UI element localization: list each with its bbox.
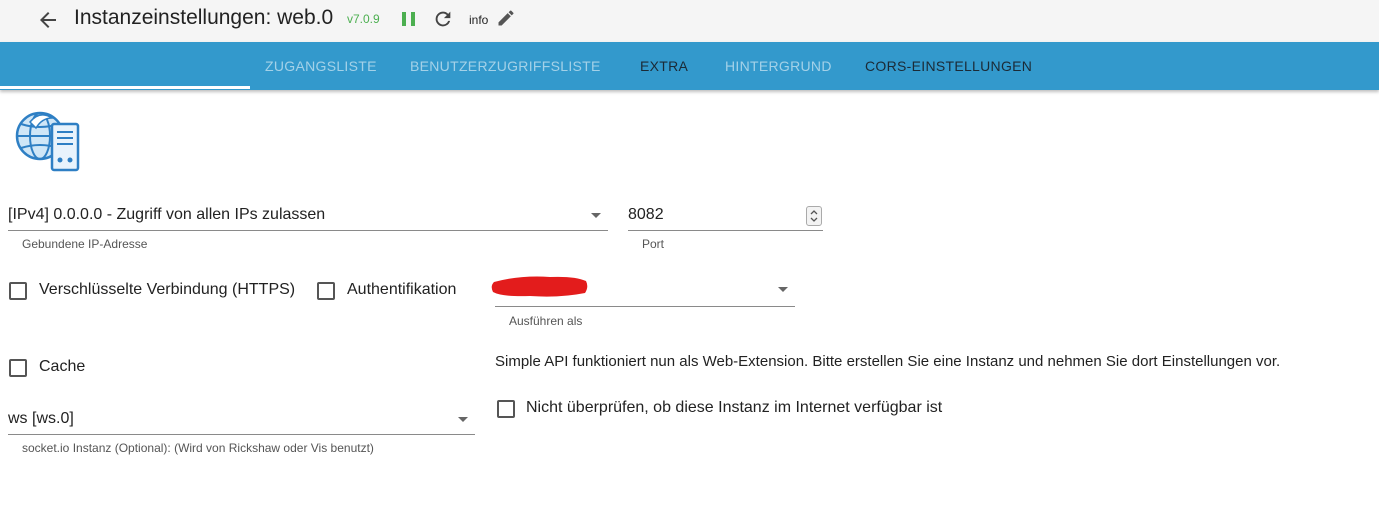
header-bar: Instanzeinstellungen: web.0 v7.0.9 info — [0, 0, 1379, 42]
redaction-mark — [491, 276, 588, 297]
stepper-arrows-icon — [810, 210, 818, 222]
https-label: Verschlüsselte Verbindung (HTTPS) — [39, 281, 296, 298]
https-checkbox[interactable] — [9, 282, 27, 300]
tab-benutzerzugriffsliste[interactable]: BENUTZERZUGRIFFSLISTE — [410, 42, 601, 90]
bind-ip-underline — [8, 230, 608, 231]
socketio-underline — [8, 434, 475, 435]
chevron-down-icon — [591, 213, 601, 218]
socketio-select[interactable]: ws [ws.0] — [8, 410, 74, 428]
port-underline — [628, 230, 823, 231]
info-label: info — [469, 13, 489, 27]
page-title: Instanzeinstellungen: web.0 — [74, 6, 334, 29]
bind-ip-helper: Gebundene IP-Adresse — [22, 237, 148, 251]
chevron-down-icon — [458, 417, 468, 422]
arrow-back-icon[interactable] — [36, 8, 60, 32]
auth-label: Authentifikation — [347, 281, 457, 298]
auth-checkbox[interactable] — [317, 282, 335, 300]
tab-cors-einstellungen[interactable]: CORS-EINSTELLUNGEN — [865, 42, 1032, 90]
port-input[interactable]: 8082 — [628, 206, 664, 224]
chevron-down-icon — [778, 287, 788, 292]
port-stepper[interactable] — [806, 206, 822, 226]
tab-bar: ZUGANGSLISTE BENUTZERZUGRIFFSLISTE EXTRA… — [0, 42, 1379, 90]
run-as-select[interactable] — [495, 306, 795, 307]
tab-indicator — [0, 86, 250, 89]
tab-extra[interactable]: EXTRA — [640, 42, 688, 90]
version-label: v7.0.9 — [347, 12, 380, 26]
tab-zugangsliste[interactable]: ZUGANGSLISTE — [265, 42, 377, 90]
cache-label: Cache — [39, 358, 86, 375]
web-adapter-logo-icon — [15, 111, 80, 172]
simple-api-note: Simple API funktioniert nun als Web-Exte… — [495, 353, 1281, 370]
no-internet-check-checkbox[interactable] — [497, 400, 515, 418]
reload-icon[interactable] — [432, 8, 454, 30]
socketio-helper: socket.io Instanz (Optional): (Wird von … — [22, 441, 374, 455]
edit-pencil-icon[interactable] — [496, 8, 516, 28]
run-as-helper: Ausführen als — [509, 314, 583, 328]
cache-checkbox[interactable] — [9, 359, 27, 377]
bind-ip-select[interactable]: [IPv4] 0.0.0.0 - Zugriff von allen IPs z… — [8, 206, 325, 224]
pause-icon[interactable] — [400, 9, 418, 29]
no-internet-check-label: Nicht überprüfen, ob diese Instanz im In… — [526, 399, 943, 416]
tab-hintergrund[interactable]: HINTERGRUND — [725, 42, 832, 90]
port-helper: Port — [642, 237, 665, 251]
